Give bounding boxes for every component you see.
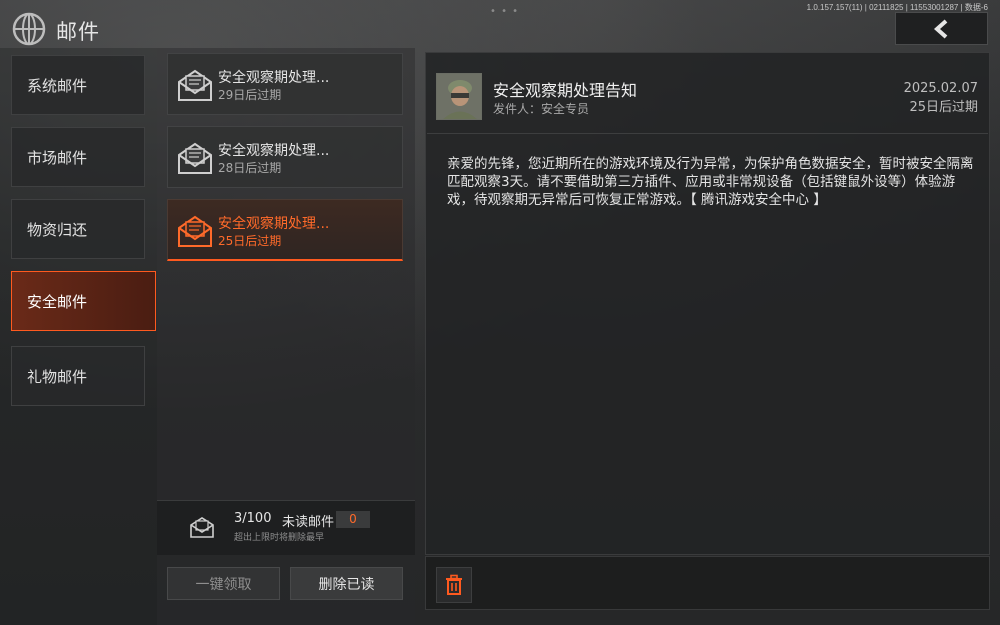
mail-expiry: 29日后过期 bbox=[218, 88, 282, 102]
sidebar-item-label: 市场邮件 bbox=[27, 148, 88, 167]
mail-date: 2025.02.07 bbox=[903, 81, 978, 96]
sidebar-item-system-mail[interactable]: 系统邮件 bbox=[11, 55, 145, 115]
unread-count: 3/100 bbox=[234, 511, 272, 526]
detail-footer-bar bbox=[425, 556, 990, 610]
claim-all-button[interactable]: 一键领取 bbox=[167, 567, 280, 600]
envelope-open-icon bbox=[178, 69, 212, 101]
delete-mail-button[interactable] bbox=[436, 567, 472, 603]
mail-list-item[interactable]: 安全观察期处理... 28日后过期 bbox=[167, 126, 403, 188]
sidebar-item-gift-mail[interactable]: 礼物邮件 bbox=[11, 346, 145, 406]
back-button[interactable] bbox=[895, 12, 988, 45]
unread-limit-note: 超出上限时将删除最早 bbox=[234, 533, 325, 543]
sidebar-item-item-return[interactable]: 物资归还 bbox=[11, 199, 145, 259]
mail-body: 亲爱的先锋，您近期所在的游戏环境及行为异常，为保护角色数据安全，暂时被安全隔离匹… bbox=[447, 156, 974, 208]
envelope-open-icon bbox=[178, 142, 212, 174]
mail-list-item-selected[interactable]: 安全观察期处理... 25日后过期 bbox=[167, 199, 403, 261]
unread-badge: 0 bbox=[336, 511, 370, 528]
sidebar-item-security-mail[interactable]: 安全邮件 bbox=[11, 271, 156, 331]
globe-logo-icon bbox=[10, 10, 48, 48]
sidebar-item-label: 系统邮件 bbox=[27, 76, 88, 95]
mail-title: 安全观察期处理... bbox=[218, 216, 330, 232]
sidebar-item-label: 物资归还 bbox=[27, 220, 88, 239]
mail-detail-expiry: 25日后过期 bbox=[909, 100, 978, 115]
mail-list-item[interactable]: 安全观察期处理... 29日后过期 bbox=[167, 53, 403, 115]
mail-expiry: 25日后过期 bbox=[218, 234, 282, 248]
delete-read-button[interactable]: 删除已读 bbox=[290, 567, 403, 600]
avatar bbox=[436, 73, 482, 120]
sidebar-item-label: 礼物邮件 bbox=[27, 367, 88, 386]
mail-detail-title: 安全观察期处理告知 bbox=[493, 81, 638, 100]
unread-label: 未读邮件 bbox=[282, 515, 335, 530]
sidebar-item-market-mail[interactable]: 市场邮件 bbox=[11, 127, 145, 187]
trash-icon bbox=[446, 574, 462, 595]
page-title: 邮件 bbox=[56, 20, 100, 44]
back-arrow-icon bbox=[933, 19, 947, 38]
drag-handle-icon: • • • bbox=[490, 6, 520, 17]
mail-title: 安全观察期处理... bbox=[218, 70, 330, 86]
mail-sender: 发件人：安全专员 bbox=[493, 102, 590, 116]
divider bbox=[427, 133, 988, 134]
envelope-open-icon bbox=[178, 215, 212, 247]
mail-detail-panel bbox=[425, 52, 990, 555]
mail-title: 安全观察期处理... bbox=[218, 143, 330, 159]
mail-expiry: 28日后过期 bbox=[218, 161, 282, 175]
sidebar-item-label: 安全邮件 bbox=[27, 292, 88, 311]
envelope-icon bbox=[190, 517, 214, 538]
